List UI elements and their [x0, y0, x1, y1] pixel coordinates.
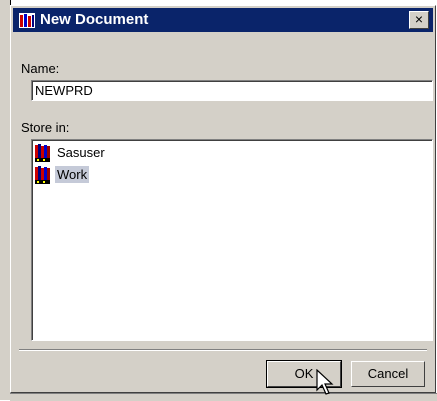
- title-bar[interactable]: New Document ×: [13, 8, 433, 32]
- store-in-label: Store in:: [21, 120, 70, 135]
- library-list[interactable]: Sasuser Work: [31, 139, 433, 341]
- cancel-button[interactable]: Cancel: [351, 361, 425, 387]
- new-document-dialog: New Document × Name: Store in: Sasuser: [10, 5, 436, 393]
- name-label: Name:: [21, 61, 60, 76]
- close-icon: ×: [414, 11, 424, 27]
- close-button[interactable]: ×: [409, 11, 429, 29]
- mouse-pointer-icon: [316, 369, 334, 395]
- library-books-icon: [35, 166, 50, 184]
- list-item-label: Sasuser: [57, 145, 105, 160]
- library-books-icon: [35, 144, 50, 162]
- dialog-title: New Document: [40, 11, 149, 28]
- sas-library-icon: [19, 13, 35, 28]
- button-separator: [19, 349, 427, 351]
- name-field[interactable]: [31, 80, 433, 101]
- list-item-label: Work: [55, 166, 90, 183]
